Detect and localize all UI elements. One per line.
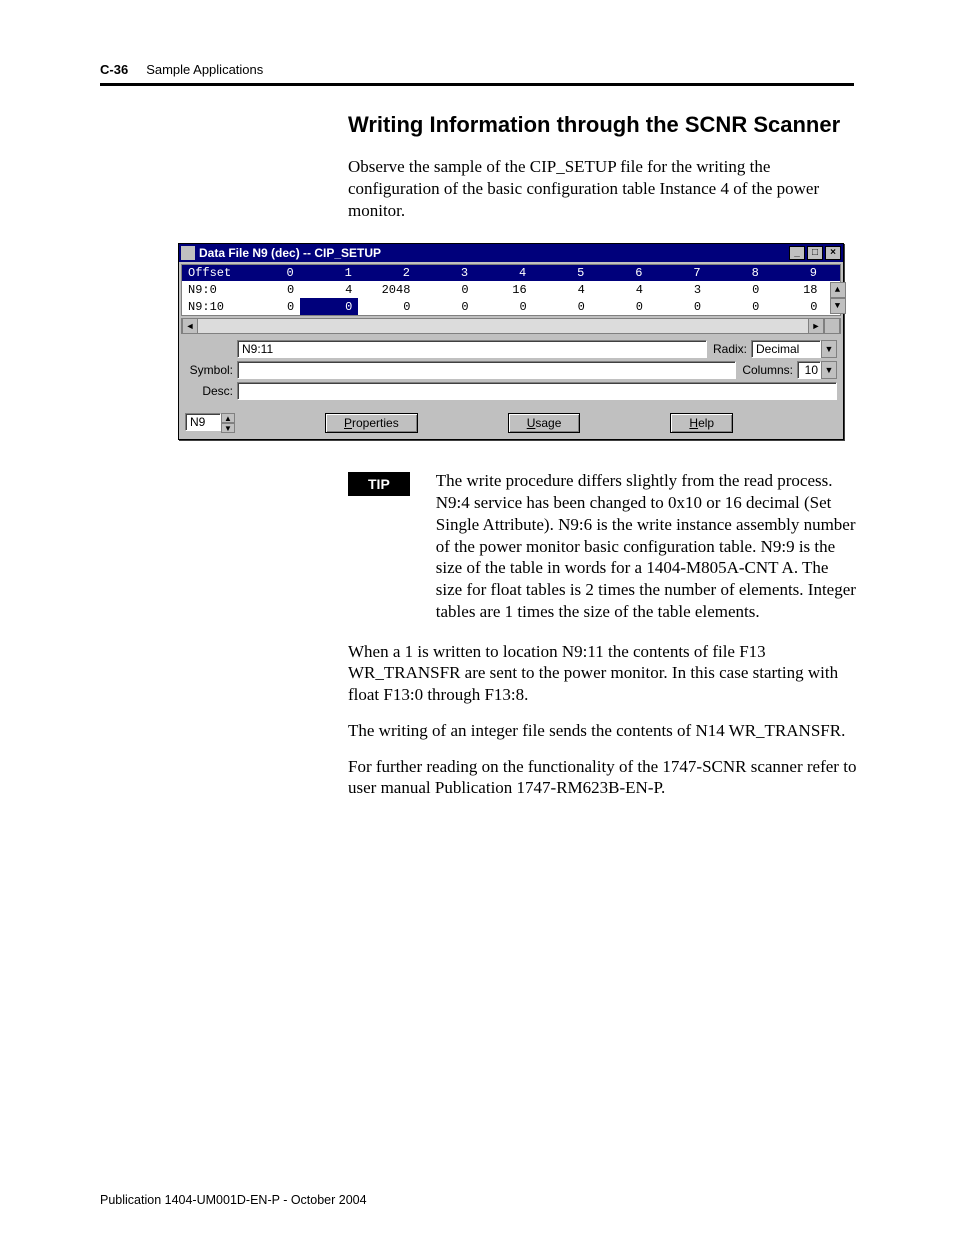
grid-cell[interactable]: 18 <box>765 281 823 298</box>
symbol-label: Symbol: <box>185 363 233 377</box>
col-2: 2 <box>358 265 416 281</box>
grid-cell-selected[interactable]: 0 <box>300 298 358 315</box>
grid-cell[interactable]: 0 <box>533 298 591 315</box>
sizegrip-icon[interactable] <box>824 318 840 334</box>
col-6: 6 <box>591 265 649 281</box>
grid-header-row: Offset 0 1 2 3 4 5 6 7 8 9 <box>182 265 840 281</box>
grid-cell[interactable]: 4 <box>300 281 358 298</box>
table-row: N9:10 0 0 0 0 0 0 0 0 0 0 <box>182 298 840 315</box>
tip-text: The write procedure differs slightly fro… <box>436 470 858 622</box>
close-button[interactable]: × <box>825 246 841 260</box>
app-icon <box>181 246 195 260</box>
grid-cell[interactable]: 0 <box>358 298 416 315</box>
header-rule <box>100 83 854 86</box>
data-file-window: Data File N9 (dec) -- CIP_SETUP _ □ × Of… <box>178 243 844 440</box>
columns-label: Columns: <box>742 363 793 377</box>
maximize-button[interactable]: □ <box>807 246 823 260</box>
col-3: 3 <box>416 265 474 281</box>
grid-cell[interactable]: 0 <box>707 298 765 315</box>
publication-reference: Publication 1404-UM001D-EN-P - October 2… <box>100 1193 367 1207</box>
intro-paragraph: Observe the sample of the CIP_SETUP file… <box>348 156 858 221</box>
grid-cell[interactable]: 16 <box>475 281 533 298</box>
minimize-button[interactable]: _ <box>789 246 805 260</box>
spin-down-icon[interactable]: ▼ <box>221 423 235 433</box>
col-9: 9 <box>765 265 823 281</box>
col-0: 0 <box>242 265 300 281</box>
window-title: Data File N9 (dec) -- CIP_SETUP <box>199 246 787 260</box>
section-heading: Writing Information through the SCNR Sca… <box>348 112 854 138</box>
usage-button[interactable]: Usage <box>508 413 581 433</box>
col-1: 1 <box>300 265 358 281</box>
grid-cell[interactable]: 0 <box>649 298 707 315</box>
grid-cell[interactable]: 0 <box>416 298 474 315</box>
grid-cell[interactable]: 0 <box>416 281 474 298</box>
grid-cell[interactable]: 2048 <box>358 281 416 298</box>
grid-cell[interactable]: 3 <box>649 281 707 298</box>
spin-up-icon[interactable]: ▲ <box>221 413 235 423</box>
col-4: 4 <box>475 265 533 281</box>
help-button[interactable]: Help <box>670 413 733 433</box>
window-titlebar: Data File N9 (dec) -- CIP_SETUP _ □ × <box>179 244 843 262</box>
paragraph: The writing of an integer file sends the… <box>348 720 858 742</box>
scroll-left-icon[interactable]: ◄ <box>182 318 198 334</box>
grid-cell[interactable]: 0 <box>242 281 300 298</box>
properties-button[interactable]: Properties <box>325 413 418 433</box>
grid-cell[interactable]: 0 <box>475 298 533 315</box>
radix-value: Decimal <box>751 340 821 358</box>
row-label: N9:10 <box>182 298 242 315</box>
address-field[interactable]: N9:11 <box>237 340 707 358</box>
columns-value: 10 <box>797 361 821 379</box>
chevron-down-icon[interactable]: ▼ <box>821 340 837 358</box>
chevron-down-icon[interactable]: ▼ <box>821 361 837 379</box>
table-row: N9:0 0 4 2048 0 16 4 4 3 0 18 ▲ ▼ <box>182 281 840 298</box>
col-5: 5 <box>533 265 591 281</box>
grid-cell[interactable]: 0 <box>707 281 765 298</box>
desc-label: Desc: <box>185 384 233 398</box>
running-head: C-36 Sample Applications <box>100 62 854 77</box>
horizontal-scrollbar[interactable]: ◄ ► <box>181 318 841 334</box>
grid-cell[interactable]: 0 <box>765 298 823 315</box>
file-field[interactable]: N9 <box>185 413 221 431</box>
section-name: Sample Applications <box>146 62 263 77</box>
radix-dropdown[interactable]: Decimal ▼ <box>751 340 837 358</box>
paragraph: When a 1 is written to location N9:11 th… <box>348 641 858 706</box>
paragraph: For further reading on the functionality… <box>348 756 858 800</box>
tip-badge: TIP <box>348 472 410 496</box>
address-label <box>185 342 233 356</box>
vertical-scrollbar[interactable]: ▲ ▼ <box>830 282 846 314</box>
data-grid: Offset 0 1 2 3 4 5 6 7 8 9 N9:0 0 4 <box>181 264 841 316</box>
scroll-right-icon[interactable]: ► <box>808 318 824 334</box>
scroll-down-icon[interactable]: ▼ <box>830 298 846 314</box>
grid-cell[interactable]: 0 <box>242 298 300 315</box>
col-offset: Offset <box>182 265 242 281</box>
file-stepper[interactable]: N9 ▲ ▼ <box>185 413 235 433</box>
symbol-field[interactable] <box>237 361 736 379</box>
grid-cell[interactable]: 0 <box>591 298 649 315</box>
columns-dropdown[interactable]: 10 ▼ <box>797 361 837 379</box>
grid-cell[interactable]: 4 <box>533 281 591 298</box>
col-8: 8 <box>707 265 765 281</box>
col-7: 7 <box>649 265 707 281</box>
row-label: N9:0 <box>182 281 242 298</box>
desc-field[interactable] <box>237 382 837 400</box>
grid-cell[interactable]: 4 <box>591 281 649 298</box>
scroll-up-icon[interactable]: ▲ <box>830 282 846 298</box>
page-number: C-36 <box>100 62 128 77</box>
radix-label: Radix: <box>713 342 747 356</box>
